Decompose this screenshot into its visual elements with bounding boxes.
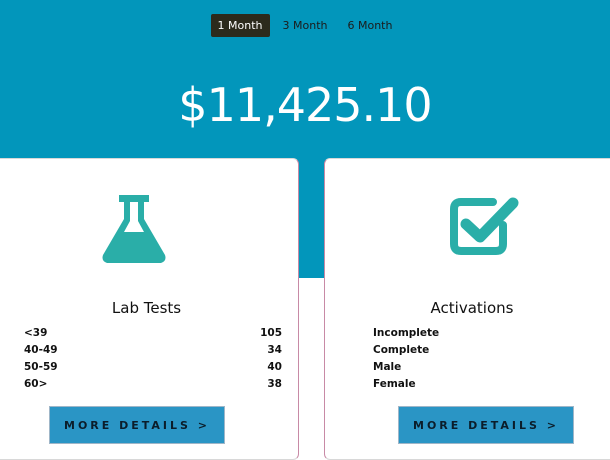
tab-6-month[interactable]: 6 Month	[340, 14, 399, 37]
list-item: Male	[373, 359, 593, 376]
list-item: <39 105	[24, 325, 282, 342]
tab-1-month[interactable]: 1 Month	[210, 14, 270, 37]
period-tabs: 1 Month 3 Month 6 Month	[0, 14, 610, 37]
row-label: 50-59	[24, 361, 58, 373]
tab-3-month[interactable]: 3 Month	[276, 14, 335, 37]
list-item: 40-49 34	[24, 342, 282, 359]
activations-list: Incomplete Complete Male Female	[373, 325, 593, 393]
row-label: Female	[373, 378, 416, 390]
list-item: 50-59 40	[24, 359, 282, 376]
lab-tests-title: Lab Tests	[111, 299, 182, 317]
row-value: 40	[267, 361, 282, 373]
list-item: Female	[373, 376, 593, 393]
activations-card: Activations Incomplete Complete Male Fem…	[324, 158, 610, 460]
row-label: Complete	[373, 344, 430, 356]
list-item: Complete	[373, 342, 593, 359]
total-amount: $11,425.10	[178, 78, 432, 132]
row-label: 40-49	[24, 344, 58, 356]
row-value: 34	[267, 344, 282, 356]
lab-tests-card: Lab Tests <39 105 40-49 34 50-59 40 60> …	[0, 158, 299, 460]
lab-tests-more-details-button[interactable]: MORE DETAILS >	[49, 406, 225, 444]
row-label: Male	[373, 361, 402, 373]
list-item: Incomplete	[373, 325, 593, 342]
row-value: 38	[267, 378, 282, 390]
lab-tests-list: <39 105 40-49 34 50-59 40 60> 38	[24, 325, 282, 393]
flask-icon	[101, 195, 167, 269]
row-value: 105	[260, 327, 282, 339]
row-label: <39	[24, 327, 48, 339]
row-label: 60>	[24, 378, 48, 390]
checkbox-checked-icon	[449, 195, 521, 261]
row-label: Incomplete	[373, 327, 440, 339]
activations-more-details-button[interactable]: MORE DETAILS >	[398, 406, 574, 444]
activations-title: Activations	[430, 299, 514, 317]
list-item: 60> 38	[24, 376, 282, 393]
